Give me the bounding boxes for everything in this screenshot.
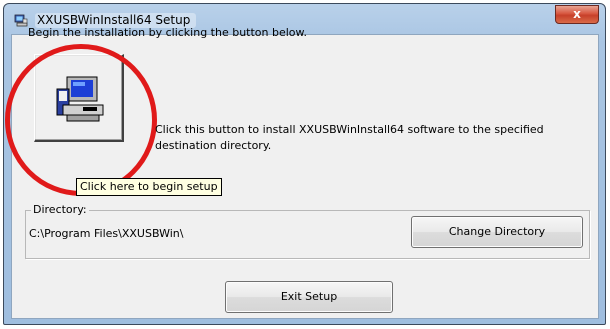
setup-computer-icon bbox=[14, 14, 28, 27]
close-button[interactable]: x bbox=[555, 5, 599, 24]
install-button[interactable] bbox=[34, 54, 124, 142]
change-directory-button[interactable]: Change Directory bbox=[411, 216, 583, 248]
directory-label: Directory: bbox=[31, 203, 89, 217]
intro-text: Begin the installation by clicking the b… bbox=[28, 26, 308, 39]
computer-install-icon bbox=[56, 76, 104, 122]
install-description: Click this button to install XXUSBWinIns… bbox=[155, 123, 544, 152]
directory-path: C:\Program Files\XXUSBWin\ bbox=[29, 227, 184, 240]
setup-window: XXUSBWinInstall64 Setup x bbox=[3, 3, 606, 325]
install-tooltip: Click here to begin setup bbox=[76, 178, 222, 196]
close-icon: x bbox=[573, 7, 581, 21]
exit-setup-button[interactable]: Exit Setup bbox=[225, 281, 393, 313]
